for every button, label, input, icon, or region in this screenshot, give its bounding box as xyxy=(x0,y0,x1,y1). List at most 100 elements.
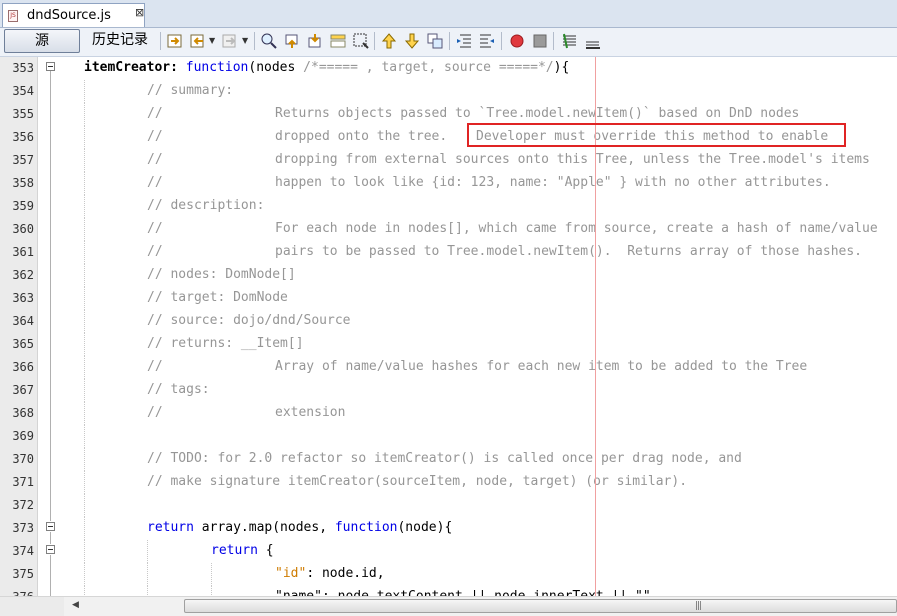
toggle-bookmark-icon[interactable] xyxy=(426,32,444,50)
fold-collapse-icon[interactable] xyxy=(46,62,55,71)
toggle-rectangular-icon[interactable] xyxy=(352,32,370,50)
code-line: 363 // target: DomNode xyxy=(0,287,897,310)
string-literal: "id" xyxy=(275,566,307,581)
shift-left-icon[interactable] xyxy=(455,32,473,50)
find-selection-icon[interactable] xyxy=(260,32,278,50)
line-number: 358 xyxy=(12,176,34,190)
comment-text: // xyxy=(147,175,163,190)
comment-text: // returns: __Item[] xyxy=(147,336,304,351)
code-tail: { xyxy=(257,543,274,558)
source-view-button[interactable]: 源 xyxy=(4,29,80,53)
shift-right-icon[interactable] xyxy=(478,32,496,50)
indent-guide xyxy=(84,379,85,402)
line-number: 375 xyxy=(12,567,34,581)
comment-text: // xyxy=(147,359,163,374)
code-line: 373 return array.map(nodes, function(nod… xyxy=(0,517,897,540)
comment-text: For each node in nodes[], which came fro… xyxy=(275,221,878,236)
code-tail: (node){ xyxy=(397,520,453,535)
code-line: 367 // tags: xyxy=(0,379,897,402)
indent-guide xyxy=(84,448,85,471)
code-line: 354 // summary: xyxy=(0,80,897,103)
indent-guide xyxy=(84,333,85,356)
indent-guide xyxy=(84,241,85,264)
comment-text: // xyxy=(147,405,163,420)
keyword: function xyxy=(185,60,249,75)
toolbar-separator xyxy=(254,32,255,50)
code-line: 369 xyxy=(0,425,897,448)
fold-collapse-icon[interactable] xyxy=(46,522,55,531)
line-number: 354 xyxy=(12,84,34,98)
forward-dropdown-icon[interactable]: ▼ xyxy=(242,32,249,50)
line-number: 356 xyxy=(12,130,34,144)
line-number: 369 xyxy=(12,429,34,443)
comment-text: // description: xyxy=(147,198,265,213)
comment-text: // source: dojo/dnd/Source xyxy=(147,313,351,328)
editor-toolbar: 源 历史记录 ▼ ▼ xyxy=(0,28,897,57)
indent-guide xyxy=(147,540,148,563)
next-bookmark-icon[interactable] xyxy=(403,32,421,50)
close-tab-icon[interactable]: ⊠ xyxy=(135,6,144,19)
line-number: 367 xyxy=(12,383,34,397)
find-previous-icon[interactable] xyxy=(283,32,301,50)
line-number: 355 xyxy=(12,107,34,121)
indent-guide xyxy=(84,402,85,425)
code-line: 360 // For each node in nodes[], which c… xyxy=(0,218,897,241)
forward-icon[interactable] xyxy=(221,32,239,50)
tab-dndsource-js[interactable]: JS dndSource.js ⊠ xyxy=(2,3,145,27)
back-dropdown-icon[interactable]: ▼ xyxy=(209,32,216,50)
indent-guide xyxy=(84,287,85,310)
comment-text: // xyxy=(147,152,163,167)
indent-guide xyxy=(84,126,85,149)
code-text: return { xyxy=(211,543,274,558)
scroll-left-arrow-icon[interactable]: ◀ xyxy=(72,600,79,610)
function-name: itemCreator xyxy=(84,60,171,75)
code-tail: : node.id, xyxy=(306,566,385,581)
indent-guide xyxy=(211,563,212,586)
start-macro-icon[interactable] xyxy=(508,32,526,50)
code-line: 374 return { xyxy=(0,540,897,563)
indent-guide xyxy=(84,494,85,517)
code-line: 359 // description: xyxy=(0,195,897,218)
comment-icon[interactable] xyxy=(561,32,579,50)
line-number: 359 xyxy=(12,199,34,213)
colon: : xyxy=(170,60,186,75)
toolbar-separator xyxy=(160,32,161,50)
params: (nodes xyxy=(248,60,304,75)
history-view-button[interactable]: 历史记录 xyxy=(86,29,154,53)
line-number: 364 xyxy=(12,314,34,328)
previous-bookmark-icon[interactable] xyxy=(380,32,398,50)
last-edit-icon[interactable] xyxy=(166,32,184,50)
comment-text: Array of name/value hashes for each new … xyxy=(275,359,808,374)
code-mid: array.map(nodes, xyxy=(193,520,335,535)
indent-guide xyxy=(84,540,85,563)
line-number: 374 xyxy=(12,544,34,558)
stop-macro-icon[interactable] xyxy=(531,32,549,50)
scrollbar-thumb[interactable]: ||| xyxy=(184,599,897,613)
line-number: 357 xyxy=(12,153,34,167)
indent-guide xyxy=(84,563,85,586)
comment-text: // xyxy=(147,221,163,236)
code-line: 365 // returns: __Item[] xyxy=(0,333,897,356)
comment-text: // xyxy=(147,129,163,144)
line-number: 366 xyxy=(12,360,34,374)
code-line: 370 // TODO: for 2.0 refactor so itemCre… xyxy=(0,448,897,471)
comment-text: // make signature itemCreator(sourceItem… xyxy=(147,474,688,489)
fold-collapse-icon[interactable] xyxy=(46,545,55,554)
indent-guide xyxy=(84,218,85,241)
uncomment-icon[interactable] xyxy=(584,32,602,50)
comment-text: // summary: xyxy=(147,83,234,98)
toggle-highlight-icon[interactable] xyxy=(329,32,347,50)
line-number: 362 xyxy=(12,268,34,282)
indent-guide xyxy=(84,80,85,103)
indent-guide xyxy=(84,195,85,218)
horizontal-scrollbar[interactable]: ◀ ||| xyxy=(64,596,897,616)
comment-text: // xyxy=(147,106,163,121)
code-line: 375 "id": node.id, xyxy=(0,563,897,586)
find-next-icon[interactable] xyxy=(306,32,324,50)
line-number: 372 xyxy=(12,498,34,512)
back-icon[interactable] xyxy=(189,32,207,50)
code-line: 353 itemCreator: function(nodes /*===== … xyxy=(0,57,897,80)
toolbar-separator xyxy=(553,32,554,50)
toolbar-separator xyxy=(501,32,502,50)
line-number: 371 xyxy=(12,475,34,489)
